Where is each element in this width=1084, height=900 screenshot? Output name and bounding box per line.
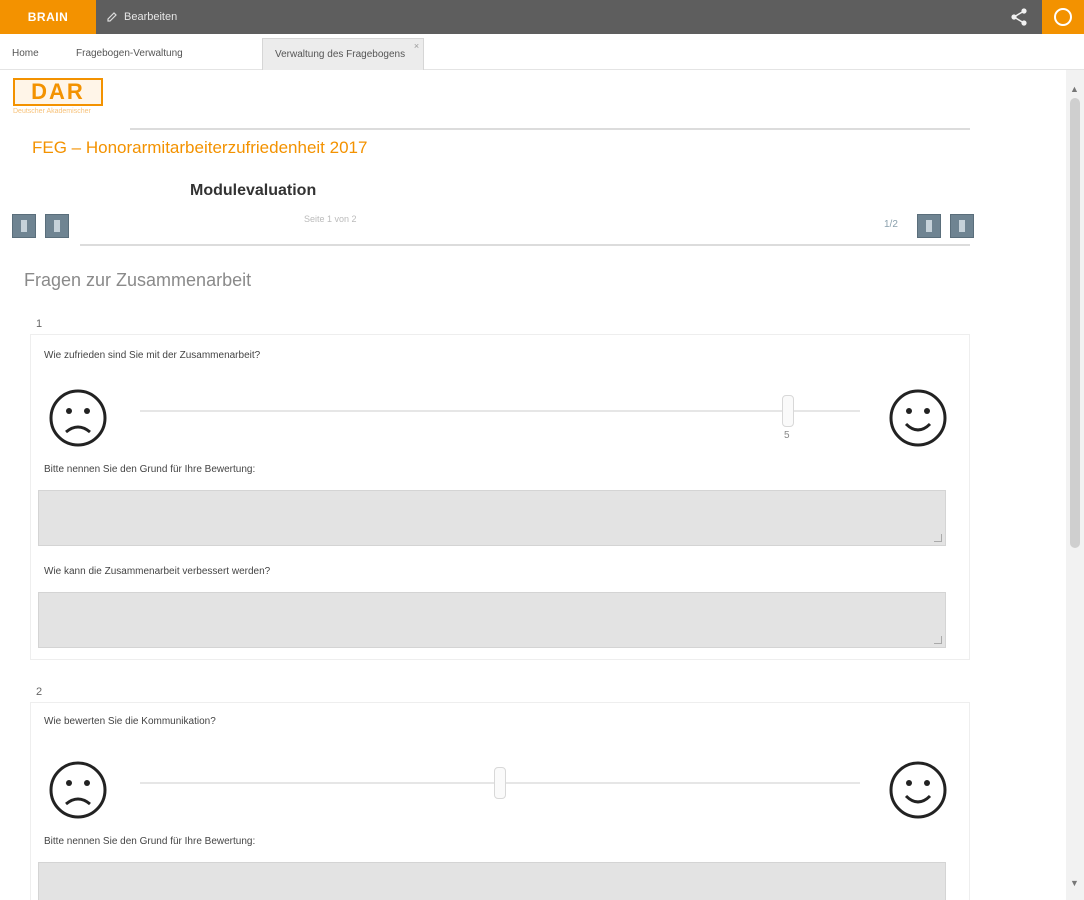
edit-label: Bearbeiten <box>124 11 178 23</box>
survey-content: DAR Deutscher Akademischer FEG – Honorar… <box>0 70 1066 900</box>
divider <box>80 244 970 246</box>
section-title: Modulevaluation <box>190 182 317 199</box>
resize-handle[interactable] <box>934 636 942 644</box>
tab-active-label: Verwaltung des Fragebogens <box>275 49 406 60</box>
previous-page-button[interactable] <box>45 214 69 238</box>
page-counter: 1/2 <box>884 219 898 230</box>
survey-title: FEG – Honorarmitarbeiterzufriedenheit 20… <box>32 138 368 157</box>
last-page-button[interactable] <box>950 214 974 238</box>
first-page-button[interactable] <box>12 214 36 238</box>
logo: DAR <box>13 78 103 106</box>
breadcrumb-tabs: Home Fragebogen-Verwaltung Verwaltung de… <box>0 34 1084 70</box>
section-intro: Fragen zur Zusammenarbeit <box>24 270 252 290</box>
reason-label: Bitte nennen Sie den Grund für Ihre Bewe… <box>44 464 256 475</box>
scrollbar[interactable]: ▲ ▼ <box>1066 70 1084 900</box>
section-subtitle: Seite 1 von 2 <box>304 214 357 224</box>
happy-face-icon[interactable] <box>888 388 948 448</box>
sad-face-icon[interactable] <box>48 388 108 448</box>
slider-value: 5 <box>784 430 790 441</box>
divider <box>130 128 970 130</box>
previous-page-icon <box>54 220 60 232</box>
happy-face-icon[interactable] <box>888 760 948 820</box>
scrollbar-thumb[interactable] <box>1070 98 1080 548</box>
tab-active[interactable]: Verwaltung des Fragebogens × <box>262 38 425 70</box>
reason-label: Bitte nennen Sie den Grund für Ihre Bewe… <box>44 836 256 847</box>
last-page-icon <box>959 220 965 232</box>
improve-textarea[interactable] <box>38 592 946 648</box>
logo-subtitle: Deutscher Akademischer <box>13 108 91 115</box>
close-icon[interactable]: × <box>414 41 419 51</box>
share-icon[interactable] <box>1008 7 1030 27</box>
user-icon <box>1054 8 1072 26</box>
sad-face-icon[interactable] <box>48 760 108 820</box>
reason-textarea[interactable] <box>38 862 946 900</box>
scroll-down-icon[interactable]: ▼ <box>1070 878 1079 888</box>
next-page-icon <box>926 220 932 232</box>
tab-home[interactable]: Home <box>12 42 39 64</box>
rating-slider-track[interactable] <box>140 410 860 412</box>
resize-handle[interactable] <box>934 534 942 542</box>
scroll-up-icon[interactable]: ▲ <box>1070 84 1079 94</box>
user-button[interactable] <box>1042 0 1084 34</box>
question-label: Wie zufrieden sind Sie mit der Zusammena… <box>44 350 261 361</box>
top-bar: BRAIN Bearbeiten <box>0 0 1084 34</box>
next-page-button[interactable] <box>917 214 941 238</box>
pencil-icon <box>107 12 117 22</box>
edit-button[interactable]: Bearbeiten <box>106 0 177 34</box>
rating-slider-handle[interactable] <box>782 395 794 427</box>
improve-label: Wie kann die Zusammenarbeit verbessert w… <box>44 566 271 577</box>
question-number: 2 <box>36 686 43 698</box>
first-page-icon <box>21 220 27 232</box>
question-number: 1 <box>36 318 43 330</box>
reason-textarea[interactable] <box>38 490 946 546</box>
question-label: Wie bewerten Sie die Kommunikation? <box>44 716 216 727</box>
rating-slider-handle[interactable] <box>494 767 506 799</box>
brand-button[interactable]: BRAIN <box>0 0 96 34</box>
tab-questionnaire-admin[interactable]: Fragebogen-Verwaltung <box>76 42 183 64</box>
